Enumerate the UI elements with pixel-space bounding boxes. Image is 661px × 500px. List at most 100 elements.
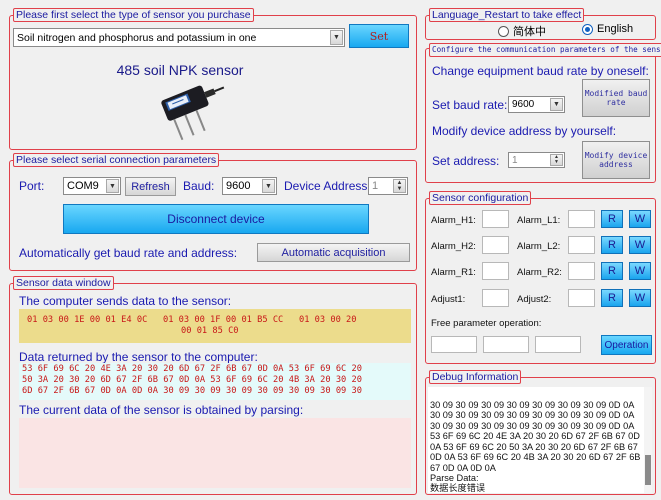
spin-arrows-icon[interactable]: ▲ ▼ <box>393 179 406 193</box>
alarm-l2-input[interactable] <box>568 236 595 254</box>
operation-button-label: Operation <box>604 339 649 351</box>
free-param-input-2[interactable] <box>483 336 529 353</box>
chevron-down-icon[interactable]: ▼ <box>262 179 275 193</box>
baud-select[interactable]: 9600 ▼ <box>222 177 277 195</box>
sent-data-line-1: 01 03 00 1E 00 01 E4 0C 01 03 00 1F 00 0… <box>27 315 357 325</box>
read-button-3-label: R <box>608 265 616 277</box>
serial-group-title: Please select serial connection paramete… <box>13 153 220 167</box>
alarm-l1-label: Alarm_L1: <box>517 215 561 226</box>
sent-data-box: 01 03 00 1E 00 01 E4 0C 01 03 00 1F 00 0… <box>19 309 411 343</box>
language-option-chinese[interactable]: 简体中 <box>498 23 546 39</box>
adjust1-label: Adjust1: <box>431 294 466 305</box>
read-button-2[interactable]: R <box>601 236 623 254</box>
chevron-down-icon[interactable]: ▼ <box>550 98 563 111</box>
disconnect-device-button[interactable]: Disconnect device <box>63 204 369 234</box>
set-address-stepper[interactable]: 1 ▲ ▼ <box>508 152 565 168</box>
set-sensor-button-label: Set <box>369 29 389 43</box>
set-baud-select[interactable]: 9600 ▼ <box>508 96 565 113</box>
adjust1-input[interactable] <box>482 289 509 307</box>
sensor-config-group: Sensor configuration Alarm_H1: Alarm_L1:… <box>425 191 656 364</box>
returned-data-box: 53 6F 69 6C 20 4E 3A 20 30 20 6D 67 2F 6… <box>19 363 411 400</box>
alarm-l1-input[interactable] <box>568 210 595 228</box>
comm-params-group: Configure the communication parameters o… <box>425 43 661 183</box>
alarm-r1-input[interactable] <box>482 262 509 280</box>
write-button-3[interactable]: W <box>629 262 651 280</box>
write-button-2[interactable]: W <box>629 236 651 254</box>
debug-scrollbar-thumb[interactable] <box>645 455 651 485</box>
baud-select-value: 9600 <box>226 180 251 192</box>
port-label: Port: <box>19 179 45 193</box>
sent-data-line-2: 00 01 85 C0 <box>181 326 239 336</box>
returned-data-line-2: 50 3A 20 30 20 6D 67 2F 6B 67 0D 0A 53 6… <box>22 375 362 385</box>
modify-device-address-button-label: Modify device address <box>584 151 648 169</box>
free-param-label: Free parameter operation: <box>431 318 542 329</box>
comm-params-group-title: Configure the communication parameters o… <box>429 43 661 57</box>
read-button-2-label: R <box>608 239 616 251</box>
debug-line: 0D 0A 53 6F 69 6C 20 4B 3A 20 30 20 6D 6… <box>430 452 641 462</box>
modified-baud-rate-button[interactable]: Modified baud rate <box>582 79 650 117</box>
adjust2-label: Adjust2: <box>517 294 552 305</box>
disconnect-device-button-label: Disconnect device <box>167 212 265 226</box>
read-button-1[interactable]: R <box>601 210 623 228</box>
debug-line: 30 09 30 09 30 09 30 09 30 09 30 09 30 0… <box>430 410 635 420</box>
free-param-input-1[interactable] <box>431 336 477 353</box>
read-button-4[interactable]: R <box>601 289 623 307</box>
sensor-data-window-title: Sensor data window <box>13 276 114 290</box>
language-group: Language_Restart to take effect 简体中 Engl… <box>425 8 656 40</box>
debug-line: 0A 53 6F 69 6C 20 50 3A 20 30 20 6D 67 2… <box>430 441 638 452</box>
set-sensor-button[interactable]: Set <box>349 24 409 48</box>
parsed-data-box <box>19 418 411 488</box>
device-address-label: Device Address: <box>284 179 371 193</box>
debug-line: 数据长度错误 <box>430 482 486 493</box>
sent-data-label: The computer sends data to the sensor: <box>19 294 232 308</box>
sensor-product-image <box>161 85 225 141</box>
alarm-r1-label: Alarm_R1: <box>431 267 476 278</box>
refresh-button[interactable]: Refresh <box>125 177 176 196</box>
debug-log[interactable]: 30 09 30 09 30 09 30 09 30 09 30 09 30 0… <box>428 387 652 493</box>
set-address-value: 1 <box>512 154 518 166</box>
read-button-1-label: R <box>608 213 616 225</box>
debug-info-group: Debug Information 30 09 30 09 30 09 30 0… <box>425 370 656 495</box>
auto-get-label: Automatically get baud rate and address: <box>19 246 238 260</box>
alarm-h1-input[interactable] <box>482 210 509 228</box>
address-heading: Modify device address by yourself: <box>432 124 617 138</box>
radio-unchecked-icon[interactable] <box>498 25 509 37</box>
write-button-1[interactable]: W <box>629 210 651 228</box>
alarm-r2-input[interactable] <box>568 262 595 280</box>
sensor-type-group-title: Please first select the type of sensor y… <box>13 8 254 22</box>
port-select[interactable]: COM9 ▼ <box>63 177 121 195</box>
debug-line: 30 09 30 09 30 09 30 09 30 09 30 09 30 0… <box>430 399 635 410</box>
operation-button[interactable]: Operation <box>601 335 652 355</box>
set-baud-value: 9600 <box>512 99 535 110</box>
device-address-stepper[interactable]: 1 ▲ ▼ <box>368 177 408 195</box>
language-group-title: Language_Restart to take effect <box>429 8 585 22</box>
alarm-l2-label: Alarm_L2: <box>517 241 561 252</box>
debug-line: 30 09 30 09 30 09 30 09 30 09 30 09 30 0… <box>430 420 635 431</box>
debug-scrollbar[interactable] <box>644 387 652 493</box>
write-button-4[interactable]: W <box>629 289 651 307</box>
set-baud-label: Set baud rate: <box>432 98 508 112</box>
sensor-type-select[interactable]: Soil nitrogen and phosphorus and potassi… <box>13 28 345 47</box>
write-button-2-label: W <box>634 239 646 251</box>
baud-label: Baud: <box>183 179 215 193</box>
spin-arrows-icon[interactable]: ▲ ▼ <box>550 154 563 166</box>
alarm-h2-input[interactable] <box>482 236 509 254</box>
refresh-button-label: Refresh <box>131 180 170 193</box>
adjust2-input[interactable] <box>568 289 595 307</box>
automatic-acquisition-button-label: Automatic acquisition <box>281 246 386 259</box>
sensor-data-window: Sensor data window The computer sends da… <box>9 276 417 495</box>
write-button-1-label: W <box>634 213 646 225</box>
read-button-3[interactable]: R <box>601 262 623 280</box>
modify-device-address-button[interactable]: Modify device address <box>582 141 650 179</box>
sensor-config-group-title: Sensor configuration <box>429 191 532 205</box>
language-option-english[interactable]: English <box>582 23 633 35</box>
chevron-down-icon[interactable]: ▼ <box>330 30 343 45</box>
device-address-value: 1 <box>372 180 379 192</box>
free-param-input-3[interactable] <box>535 336 581 353</box>
debug-info-group-title: Debug Information <box>429 370 522 384</box>
alarm-h1-label: Alarm_H1: <box>431 215 476 226</box>
radio-checked-icon[interactable] <box>582 23 593 35</box>
chevron-down-icon[interactable]: ▼ <box>106 179 119 193</box>
language-option-english-label: English <box>597 23 634 35</box>
automatic-acquisition-button[interactable]: Automatic acquisition <box>257 243 410 262</box>
